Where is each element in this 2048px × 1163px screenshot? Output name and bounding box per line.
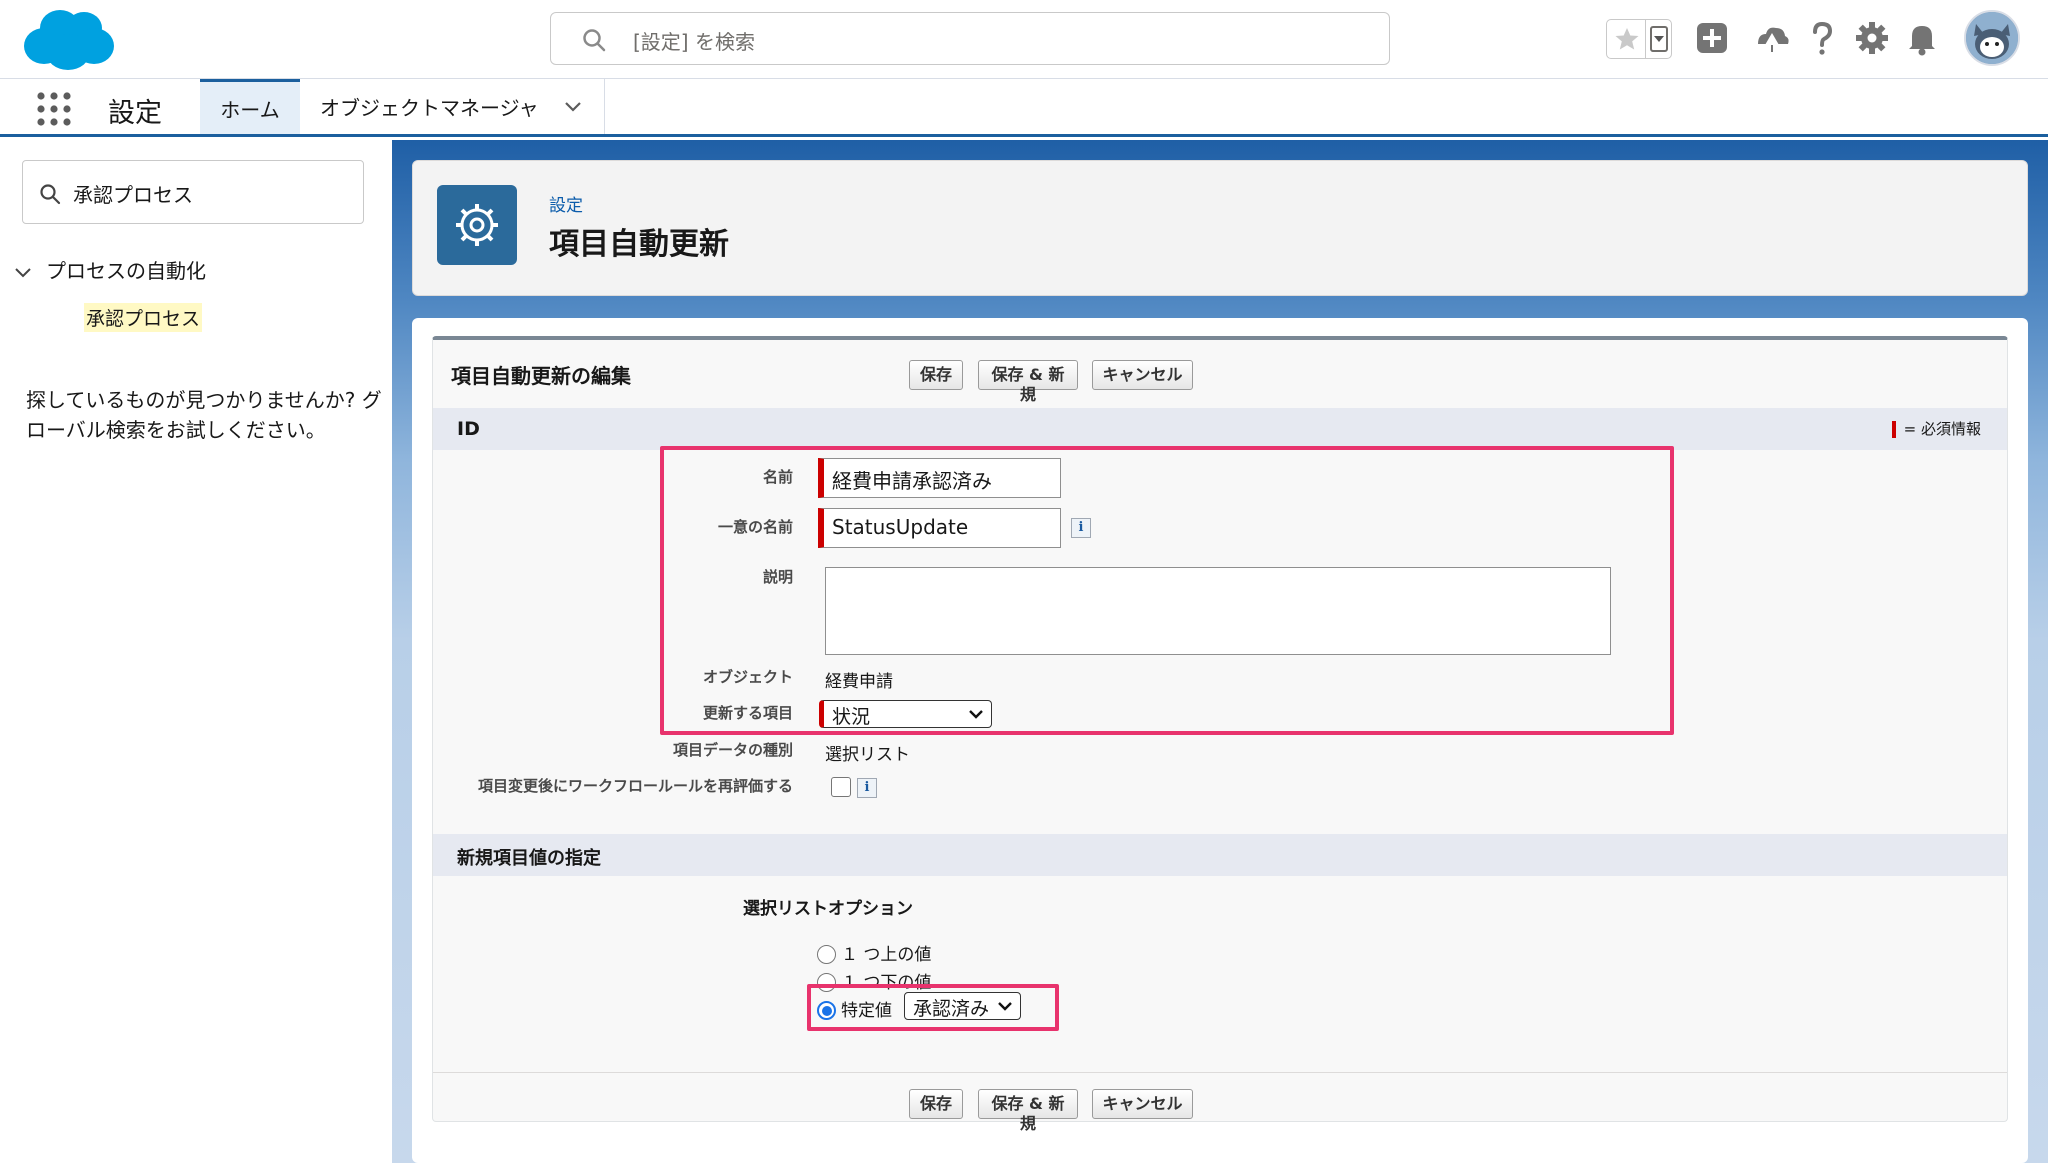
- radio-next-value[interactable]: [817, 945, 836, 964]
- search-placeholder: [設定] を検索: [633, 30, 755, 54]
- tree-node-process-automation[interactable]: プロセスの自動化: [14, 255, 206, 284]
- required-legend: = 必須情報: [1891, 418, 1981, 439]
- page-header: 設定 項目自動更新: [412, 160, 2028, 296]
- chevron-down-icon: [1654, 36, 1664, 42]
- quick-find-value: 承認プロセス: [73, 183, 193, 207]
- chevron-down-icon[interactable]: [14, 267, 32, 279]
- section-id: ID = 必須情報: [433, 408, 2007, 450]
- breadcrumb[interactable]: 設定: [549, 191, 583, 216]
- footer-divider: [433, 1072, 2007, 1073]
- tree-node-label: プロセスの自動化: [46, 259, 206, 283]
- save-new-button[interactable]: 保存 & 新規: [978, 360, 1078, 404]
- section-new-value-label: 新規項目値の指定: [457, 848, 601, 869]
- tab-home[interactable]: ホーム: [200, 79, 300, 134]
- main-content: 設定 項目自動更新 項目自動更新の編集 保存 保存 & 新規 キャンセル ID …: [392, 140, 2048, 1163]
- setup-gear-icon: [437, 185, 517, 265]
- favorites-button[interactable]: [1606, 19, 1672, 59]
- field-data-type-label: 項目データの種別: [672, 741, 793, 759]
- user-avatar[interactable]: [1964, 10, 2020, 66]
- highlight-box-specific-value: [807, 984, 1059, 1031]
- field-update-edit-panel: 項目自動更新の編集 保存 保存 & 新規 キャンセル ID = 必須情報 名前 …: [432, 336, 2008, 1133]
- required-legend-text: = 必須情報: [1903, 420, 1981, 438]
- plus-icon[interactable]: [1692, 18, 1732, 58]
- cancel-button[interactable]: キャンセル: [1092, 360, 1193, 390]
- divider: [1645, 20, 1646, 58]
- search-icon: [583, 29, 606, 52]
- quick-find-input[interactable]: 承認プロセス: [22, 160, 364, 224]
- page-title: 項目自動更新: [549, 227, 729, 262]
- reevaluate-label: 項目変更後にワークフロールールを再評価する: [477, 777, 793, 795]
- field-data-type-value: 選択リスト: [825, 745, 910, 765]
- highlight-box-fields: [660, 446, 1674, 735]
- favorites-menu-button[interactable]: [1650, 26, 1668, 52]
- cancel-button-bottom[interactable]: キャンセル: [1092, 1089, 1193, 1119]
- app-nav-bar: 設定 ホーム オブジェクトマネージャ: [0, 79, 2048, 137]
- global-header: [設定] を検索: [0, 0, 2048, 79]
- app-name: 設定: [108, 98, 162, 129]
- info-icon[interactable]: i: [857, 778, 877, 798]
- app-launcher-icon[interactable]: [36, 91, 72, 127]
- content-card: 項目自動更新の編集 保存 保存 & 新規 キャンセル ID = 必須情報 名前 …: [412, 318, 2028, 1163]
- not-found-message: 探しているものが見つかりませんか? グローバル検索をお試しください。: [26, 388, 382, 442]
- radio-next-value-label: １ つ上の値: [841, 945, 932, 965]
- tree-leaf-approval-process[interactable]: 承認プロセス: [84, 303, 203, 332]
- tab-home-label: ホーム: [220, 97, 280, 122]
- save-new-button-bottom[interactable]: 保存 & 新規: [978, 1089, 1078, 1133]
- required-marker: [1891, 421, 1896, 438]
- salesforce-cloud-icon: [24, 10, 114, 70]
- save-button[interactable]: 保存: [909, 360, 963, 390]
- gear-icon: [456, 204, 498, 246]
- picklist-options-label: 選択リストオプション: [743, 899, 913, 919]
- section-id-label: ID: [457, 418, 480, 440]
- global-search-input[interactable]: [設定] を検索: [550, 12, 1390, 65]
- avatar-icon: [1966, 12, 2018, 64]
- gear-icon[interactable]: [1852, 18, 1892, 58]
- tab-object-manager[interactable]: オブジェクトマネージャ: [300, 79, 605, 134]
- search-icon: [40, 184, 61, 205]
- help-icon[interactable]: [1802, 18, 1842, 58]
- chevron-down-icon[interactable]: [564, 101, 582, 113]
- save-button-bottom[interactable]: 保存: [909, 1089, 963, 1119]
- salesforce-logo[interactable]: [22, 6, 116, 72]
- setup-sidebar: 承認プロセス プロセスの自動化 承認プロセス 探しているものが見つかりませんか?…: [0, 140, 392, 1163]
- section-new-value: 新規項目値の指定: [433, 834, 2007, 876]
- star-icon: [1615, 28, 1639, 50]
- bell-icon[interactable]: [1902, 18, 1942, 58]
- edit-panel-title: 項目自動更新の編集: [451, 364, 631, 388]
- tab-object-manager-label: オブジェクトマネージャ: [320, 96, 539, 120]
- trailhead-icon[interactable]: [1752, 18, 1792, 58]
- reevaluate-checkbox[interactable]: [831, 777, 851, 797]
